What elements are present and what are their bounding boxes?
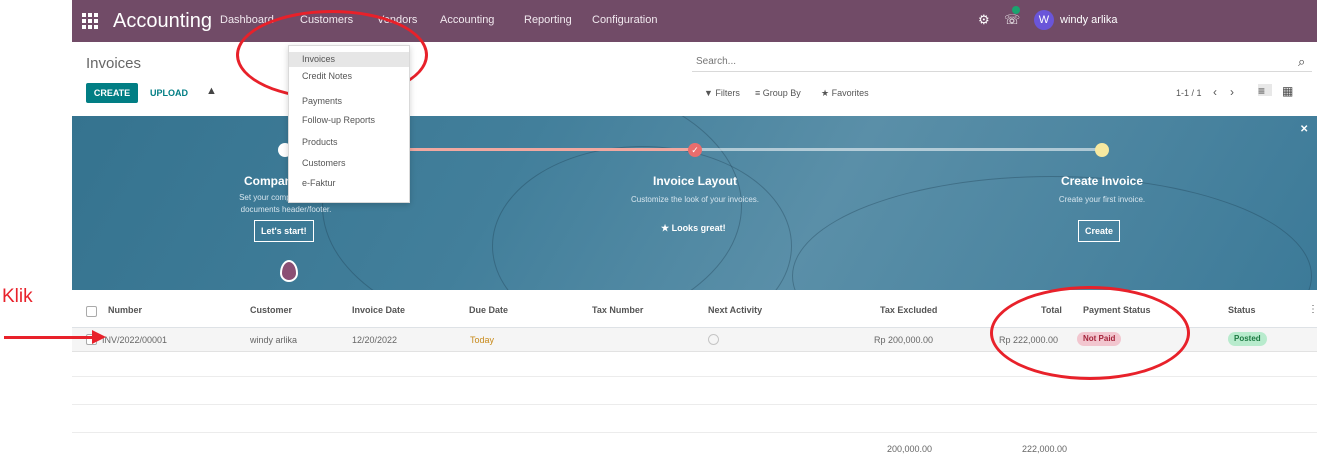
avatar[interactable]: W bbox=[1034, 10, 1054, 30]
cell-tax-excluded: Rp 200,000.00 bbox=[874, 335, 934, 345]
cell-number: INV/2022/00001 bbox=[102, 335, 168, 345]
cell-customer: windy arlika bbox=[250, 335, 298, 345]
annotation-arrow-head-icon bbox=[92, 330, 106, 344]
looks-great-label: ★ Looks great! bbox=[661, 223, 726, 233]
dropdown-item-invoices[interactable]: Invoices bbox=[289, 52, 409, 67]
filters-button[interactable]: ▼ Filters bbox=[704, 88, 740, 98]
column-header-tax-number[interactable]: Tax Number bbox=[592, 305, 643, 315]
column-header-invoice-date[interactable]: Invoice Date bbox=[352, 305, 405, 315]
search-input[interactable] bbox=[692, 52, 1312, 72]
cell-invoice-date: 12/20/2022 bbox=[352, 335, 398, 345]
bug-icon[interactable]: ⚙ bbox=[978, 12, 990, 28]
favorites-button[interactable]: ★ Favorites bbox=[821, 88, 869, 99]
select-all-checkbox[interactable] bbox=[86, 306, 97, 317]
notification-badge bbox=[1012, 6, 1020, 14]
dropdown-item-follow-up-reports[interactable]: Follow-up Reports bbox=[289, 113, 409, 128]
dropdown-item-e-faktur[interactable]: e-Faktur bbox=[289, 176, 409, 191]
user-name[interactable]: windy arlika bbox=[1060, 14, 1117, 26]
pager-value[interactable]: 1-1 / 1 bbox=[1176, 88, 1202, 98]
pager-next-icon[interactable]: › bbox=[1230, 85, 1234, 99]
clock-icon[interactable] bbox=[708, 334, 719, 345]
dropdown-item-payments[interactable]: Payments bbox=[289, 94, 409, 109]
cell-due-date: Today bbox=[470, 335, 495, 345]
menu-configuration[interactable]: Configuration bbox=[592, 14, 657, 26]
pager-prev-icon[interactable]: ‹ bbox=[1213, 85, 1217, 99]
annotation-label: Klik bbox=[2, 286, 33, 307]
step-desc-invoice-layout: Customize the look of your invoices. bbox=[630, 195, 760, 204]
onboarding-banner: ✓ Company Data Set your company data for… bbox=[72, 116, 1317, 290]
step-title-create-invoice: Create Invoice bbox=[1060, 174, 1144, 188]
customers-dropdown: Invoices Credit Notes Payments Follow-up… bbox=[288, 45, 410, 203]
dropdown-item-products[interactable]: Products bbox=[289, 135, 409, 150]
status-badge: Posted bbox=[1228, 332, 1267, 346]
apps-grid-icon[interactable] bbox=[82, 13, 98, 29]
create-invoice-button[interactable]: Create bbox=[1078, 220, 1121, 242]
lets-start-button[interactable]: Let's start! bbox=[254, 220, 314, 242]
warning-icon[interactable]: ▲ bbox=[206, 85, 217, 97]
annotation-ellipse-total bbox=[990, 286, 1190, 380]
column-header-next-activity[interactable]: Next Activity bbox=[708, 305, 762, 315]
column-header-number[interactable]: Number bbox=[108, 305, 142, 315]
pin-marker-icon bbox=[280, 260, 298, 282]
annotation-arrow-icon bbox=[4, 336, 96, 339]
menu-reporting[interactable]: Reporting bbox=[524, 14, 572, 26]
empty-row-divider bbox=[72, 376, 1317, 377]
step-title-invoice-layout: Invoice Layout bbox=[652, 174, 738, 188]
empty-row-divider bbox=[72, 432, 1317, 433]
groupby-button[interactable]: ≡ Group By bbox=[755, 88, 801, 98]
empty-row-divider bbox=[72, 404, 1317, 405]
optional-columns-icon[interactable]: ⋮ bbox=[1308, 304, 1317, 315]
footer-total-tax-excluded: 200,000.00 bbox=[887, 444, 933, 454]
step-desc-company-2: documents header/footer. bbox=[240, 205, 332, 214]
footer-total: 222,000.00 bbox=[1022, 444, 1068, 454]
upload-button[interactable]: UPLOAD bbox=[150, 88, 188, 98]
close-icon[interactable]: ✕ bbox=[1300, 124, 1308, 135]
dropdown-item-customers[interactable]: Customers bbox=[289, 156, 409, 171]
step-dot-create-invoice bbox=[1095, 143, 1109, 157]
column-header-tax-excluded[interactable]: Tax Excluded bbox=[880, 305, 937, 315]
dropdown-item-credit-notes[interactable]: Credit Notes bbox=[289, 69, 409, 84]
create-button[interactable]: CREATE bbox=[86, 83, 138, 103]
search-icon[interactable]: ⌕ bbox=[1298, 54, 1305, 70]
step-desc-create-invoice: Create your first invoice. bbox=[1058, 195, 1146, 204]
column-header-customer[interactable]: Customer bbox=[250, 305, 292, 315]
list-view-icon[interactable]: ≡ bbox=[1258, 84, 1272, 98]
kanban-view-icon[interactable]: ▦ bbox=[1282, 84, 1296, 98]
check-icon: ✓ bbox=[688, 143, 702, 157]
column-header-due-date[interactable]: Due Date bbox=[469, 305, 508, 315]
column-header-status[interactable]: Status bbox=[1228, 305, 1256, 315]
app-title[interactable]: Accounting bbox=[113, 10, 212, 33]
chat-icon[interactable]: ☏ bbox=[1004, 12, 1020, 28]
menu-accounting[interactable]: Accounting bbox=[440, 14, 494, 26]
breadcrumb: Invoices bbox=[86, 55, 142, 72]
